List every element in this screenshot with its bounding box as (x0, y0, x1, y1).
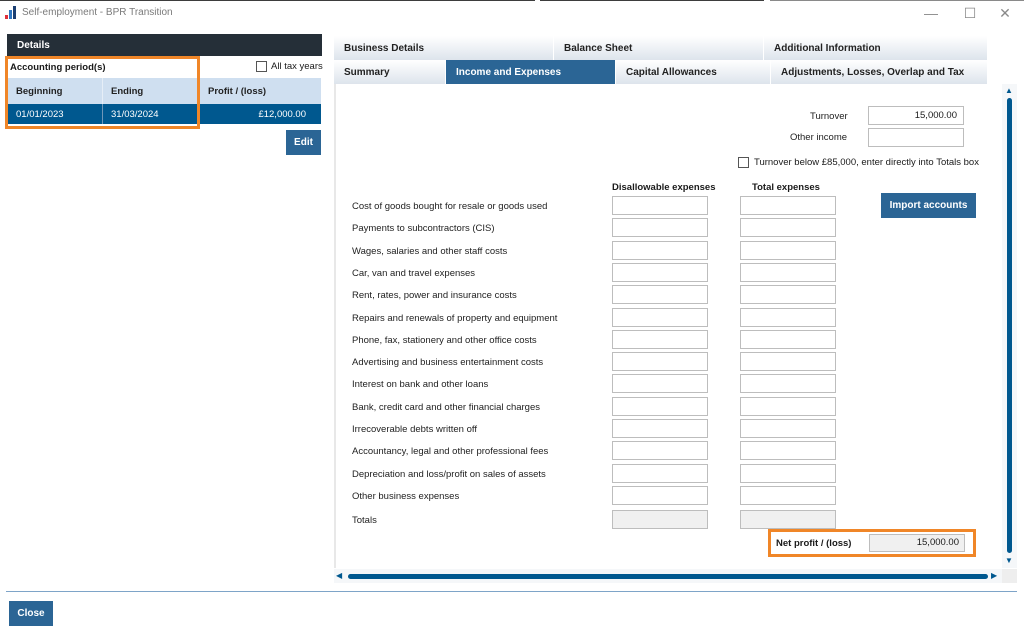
all-tax-years-label: All tax years (271, 61, 323, 72)
details-header: Details (7, 34, 322, 56)
tab-balance-sheet[interactable]: Balance Sheet (554, 36, 764, 60)
maximize-button[interactable]: ☐ (955, 3, 985, 23)
vertical-scroll-thumb[interactable] (1007, 98, 1012, 553)
title-bar: Self-employment - BPR Transition — ☐ ✕ (0, 0, 1024, 26)
disallowable-expense-input[interactable] (612, 374, 708, 393)
total-expense-input[interactable] (740, 241, 836, 260)
totals-total-field (740, 510, 836, 529)
edit-button[interactable]: Edit (286, 130, 321, 155)
disallowable-expense-input[interactable] (612, 330, 708, 349)
tab-adjustments-losses-overlap-tax[interactable]: Adjustments, Losses, Overlap and Tax (771, 60, 988, 84)
total-expense-input[interactable] (740, 352, 836, 371)
total-expenses-header: Total expenses (752, 182, 820, 193)
horizontal-scroll-thumb[interactable] (348, 574, 988, 579)
disallowable-expense-input[interactable] (612, 308, 708, 327)
disallowable-expense-input[interactable] (612, 218, 708, 237)
tab-capital-allowances[interactable]: Capital Allowances (616, 60, 771, 84)
expense-label: Payments to subcontractors (CIS) (352, 223, 495, 234)
expense-label: Repairs and renewals of property and equ… (352, 313, 558, 324)
disallowable-expense-input[interactable] (612, 464, 708, 483)
scroll-left-arrow-icon[interactable]: ◀ (336, 571, 342, 580)
expense-label: Bank, credit card and other financial ch… (352, 402, 540, 413)
total-expense-input[interactable] (740, 486, 836, 505)
expense-label: Depreciation and loss/profit on sales of… (352, 469, 546, 480)
scroll-right-arrow-icon[interactable]: ▶ (991, 571, 997, 580)
total-expense-input[interactable] (740, 196, 836, 215)
disallowable-expense-input[interactable] (612, 241, 708, 260)
tab-summary[interactable]: Summary (334, 60, 446, 84)
app-logo-icon (5, 6, 17, 19)
cell-profit-loss: £12,000.00 (258, 108, 306, 120)
expense-label: Other business expenses (352, 491, 460, 502)
net-profit-label: Net profit / (loss) (776, 538, 852, 549)
total-expense-input[interactable] (740, 464, 836, 483)
total-expense-input[interactable] (740, 419, 836, 438)
vertical-scrollbar[interactable]: ▲ ▼ (1002, 84, 1017, 568)
totals-label: Totals (352, 515, 377, 526)
expense-label: Cost of goods bought for resale or goods… (352, 201, 548, 212)
disallowable-expenses-header: Disallowable expenses (612, 182, 716, 193)
total-expense-input[interactable] (740, 397, 836, 416)
total-expense-input[interactable] (740, 218, 836, 237)
window-title: Self-employment - BPR Transition (22, 7, 173, 18)
total-expense-input[interactable] (740, 441, 836, 460)
expense-label: Irrecoverable debts written off (352, 424, 477, 435)
disallowable-expense-input[interactable] (612, 285, 708, 304)
scroll-up-arrow-icon[interactable]: ▲ (1005, 86, 1013, 95)
minimize-button[interactable]: — (916, 3, 946, 23)
scrollbar-corner (1002, 569, 1017, 583)
turnover-label: Turnover (810, 111, 848, 122)
expense-label: Car, van and travel expenses (352, 268, 476, 279)
disallowable-expense-input[interactable] (612, 397, 708, 416)
table-row[interactable]: 01/01/2023 31/03/2024 £12,000.00 (8, 104, 321, 124)
disallowable-expense-input[interactable] (612, 441, 708, 460)
total-expense-input[interactable] (740, 308, 836, 327)
expense-label: Wages, salaries and other staff costs (352, 246, 508, 257)
turnover-below-option[interactable]: Turnover below £85,000, enter directly i… (738, 157, 979, 168)
disallowable-expense-input[interactable] (612, 196, 708, 215)
footer-divider (6, 591, 1017, 592)
all-tax-years-option[interactable]: All tax years (256, 61, 323, 72)
turnover-input[interactable]: 15,000.00 (868, 106, 964, 125)
cell-ending: 31/03/2024 (111, 108, 159, 120)
total-expense-input[interactable] (740, 374, 836, 393)
close-window-button[interactable]: ✕ (990, 3, 1020, 23)
table-header: Beginning Ending Profit / (loss) (8, 78, 321, 104)
income-expenses-panel: Turnover 15,000.00 Other income Turnover… (334, 84, 1000, 568)
expense-label: Interest on bank and other loans (352, 379, 489, 390)
column-header-beginning[interactable]: Beginning (8, 78, 103, 104)
disallowable-expense-input[interactable] (612, 486, 708, 505)
turnover-below-label: Turnover below £85,000, enter directly i… (754, 157, 979, 168)
other-income-input[interactable] (868, 128, 964, 147)
accounting-periods-table: Beginning Ending Profit / (loss) 01/01/2… (8, 78, 321, 124)
turnover-below-checkbox[interactable] (738, 157, 749, 168)
total-expense-input[interactable] (740, 285, 836, 304)
tab-business-details[interactable]: Business Details (334, 36, 554, 60)
expense-label: Advertising and business entertainment c… (352, 357, 544, 368)
tab-additional-information[interactable]: Additional Information (764, 36, 988, 60)
total-expense-input[interactable] (740, 263, 836, 282)
tab-bar: Business Details Balance Sheet Additiona… (334, 36, 988, 84)
totals-disallowable-field (612, 510, 708, 529)
other-income-label: Other income (790, 132, 848, 143)
import-accounts-button[interactable]: Import accounts (881, 193, 976, 218)
expense-label: Accountancy, legal and other professiona… (352, 446, 549, 457)
cell-beginning: 01/01/2023 (8, 104, 103, 124)
expense-label: Rent, rates, power and insurance costs (352, 290, 517, 301)
column-header-profit-loss[interactable]: Profit / (loss) (198, 78, 321, 104)
disallowable-expense-input[interactable] (612, 419, 708, 438)
disallowable-expense-input[interactable] (612, 263, 708, 282)
scroll-down-arrow-icon[interactable]: ▼ (1005, 556, 1013, 565)
all-tax-years-checkbox[interactable] (256, 61, 267, 72)
tab-income-and-expenses[interactable]: Income and Expenses (446, 60, 616, 84)
total-expense-input[interactable] (740, 330, 836, 349)
accounting-periods-label: Accounting period(s) (10, 62, 106, 73)
expense-label: Phone, fax, stationery and other office … (352, 335, 537, 346)
horizontal-scrollbar[interactable]: ◀ ▶ (334, 569, 1002, 583)
annotation-highlight-net-profit: Net profit / (loss) 15,000.00 (768, 529, 976, 557)
disallowable-expense-input[interactable] (612, 352, 708, 371)
close-button[interactable]: Close (9, 601, 53, 626)
column-header-ending[interactable]: Ending (103, 78, 198, 104)
net-profit-field: 15,000.00 (869, 534, 965, 552)
